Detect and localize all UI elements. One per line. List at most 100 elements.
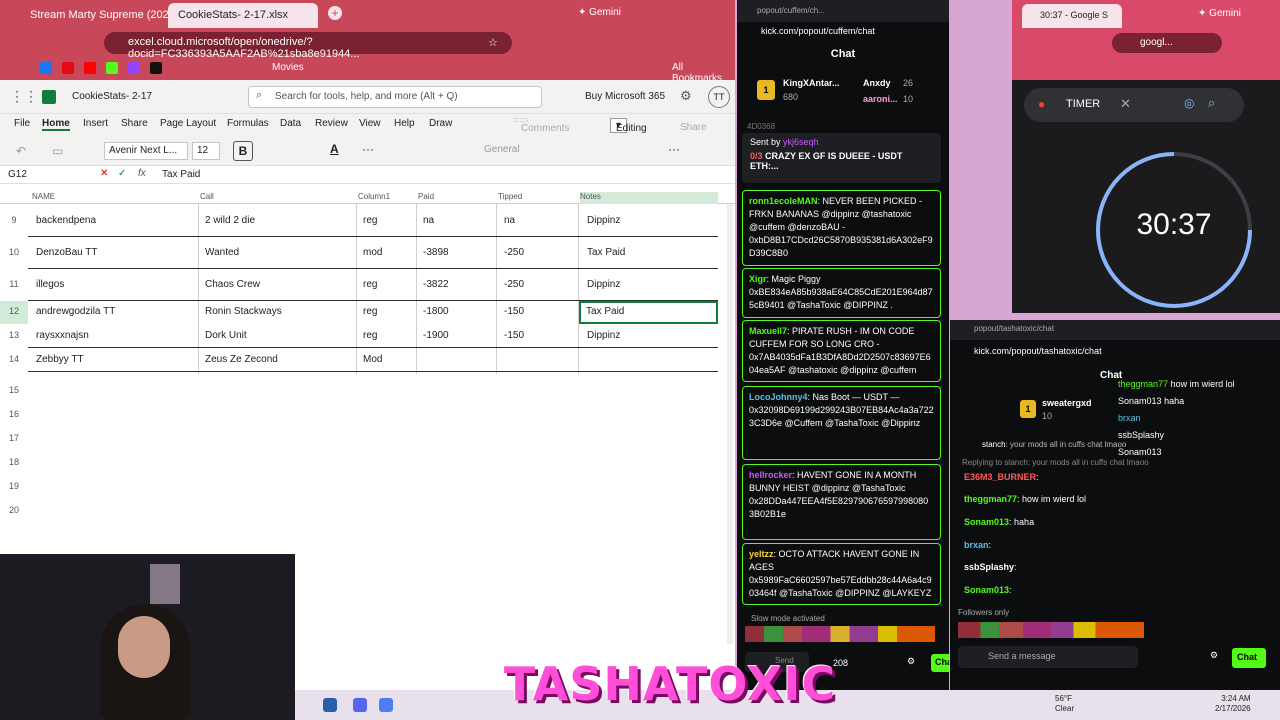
- app-launcher-icon[interactable]: ⋮⋮: [10, 88, 38, 105]
- col-paid-header[interactable]: Paid: [418, 192, 434, 201]
- tab-home[interactable]: Home: [42, 118, 70, 131]
- row-number[interactable]: 11: [0, 279, 28, 289]
- cell-call[interactable]: Dork Unit: [205, 330, 247, 341]
- cancel-formula-icon[interactable]: ✕: [100, 168, 108, 179]
- chat-username[interactable]: Sonam013: [964, 517, 1009, 527]
- chat1-settings-icon[interactable]: ⚙: [907, 656, 915, 667]
- cell-name[interactable]: backendpena: [36, 215, 96, 226]
- chat-message[interactable]: Maxuell7: PIRATE RUSH - IM ON CODE CUFFE…: [742, 320, 941, 382]
- fx-icon[interactable]: fx: [138, 168, 146, 179]
- cell-tipped[interactable]: -250: [504, 247, 524, 258]
- edge-taskbar-icon[interactable]: [323, 698, 337, 712]
- cell-name[interactable]: raysxxnajsn: [36, 330, 89, 341]
- cell-call[interactable]: 2 wild 2 die: [205, 215, 255, 226]
- chat-message[interactable]: ssbSplashy:: [964, 562, 1017, 572]
- chat-message[interactable]: Xigr: Magic Piggy 0xBE834eA85b938aE64C85…: [742, 268, 941, 318]
- vertical-scrollbar[interactable]: [727, 204, 733, 644]
- address-bar[interactable]: excel.cloud.microsoft/open/onedrive/?doc…: [104, 32, 512, 60]
- tab-file[interactable]: File: [14, 118, 30, 129]
- cell-call[interactable]: Wanted: [205, 247, 239, 258]
- tab-review[interactable]: Review: [315, 118, 348, 129]
- chat-username[interactable]: stanch: [982, 440, 1006, 449]
- chat-message[interactable]: E36M3_BURNER:: [964, 472, 1039, 482]
- confirm-formula-icon[interactable]: ✓: [118, 168, 126, 179]
- google-search-box[interactable]: ● TIMER ✕ ◎ ⌕: [1024, 88, 1244, 122]
- cell-column1[interactable]: mod: [363, 247, 382, 258]
- chat-message[interactable]: yeltzz: OCTO ATTACK HAVENT GONE IN AGES …: [742, 543, 941, 605]
- row-number[interactable]: 13: [0, 330, 28, 340]
- chat-message[interactable]: LocoJohnny4: Nas Boot — USDT — 0x32098D6…: [742, 386, 941, 460]
- bold-button[interactable]: B: [233, 141, 253, 161]
- col-call-header[interactable]: Call: [200, 192, 214, 201]
- tab-insert[interactable]: Insert: [83, 118, 108, 129]
- row-number[interactable]: 10: [0, 247, 28, 257]
- cell-tipped[interactable]: -250: [504, 279, 524, 290]
- timer-tab[interactable]: 30:37 - Google S: [1022, 4, 1122, 28]
- cell-notes[interactable]: Dippinz: [587, 279, 620, 290]
- chat-username[interactable]: brxan: [964, 540, 989, 550]
- chat-username[interactable]: hellrocker: [749, 470, 792, 480]
- emote-bar[interactable]: [958, 622, 1144, 638]
- font-family-select[interactable]: Avenir Next L...: [104, 142, 188, 160]
- chat-message[interactable]: ronn1ecoleMAN: NEVER BEEN PICKED - FRKN …: [742, 190, 941, 266]
- netflix-bookmark-icon[interactable]: [62, 62, 74, 74]
- chat-username[interactable]: yeltzz: [749, 549, 774, 559]
- font-color-icon[interactable]: A: [330, 142, 339, 156]
- name-box[interactable]: G12: [8, 169, 27, 180]
- tab-data[interactable]: Data: [280, 118, 301, 129]
- row-number[interactable]: 17: [0, 433, 28, 443]
- cell-tipped[interactable]: na: [504, 215, 515, 226]
- tab-view[interactable]: View: [359, 118, 381, 129]
- app-taskbar-icon[interactable]: [379, 698, 393, 712]
- chat2-send-input[interactable]: Send a message: [958, 646, 1138, 668]
- cell-call[interactable]: Zeus Ze Zecond: [205, 354, 278, 365]
- gemini-button[interactable]: ✦ Gemini: [578, 7, 621, 18]
- pinned-user[interactable]: ykj6seqh: [783, 137, 819, 147]
- row-number[interactable]: 14: [0, 354, 28, 364]
- chat-username[interactable]: ssbSplashy: [964, 562, 1014, 572]
- cell-name[interactable]: illegos: [36, 279, 64, 290]
- ribbon-more-icon[interactable]: ···: [668, 142, 680, 156]
- row-number[interactable]: 15: [0, 385, 28, 395]
- weather-widget[interactable]: 56°F Clear: [1055, 694, 1074, 714]
- clipboard-icon[interactable]: ▭: [52, 144, 63, 158]
- chat-message[interactable]: brxan:: [964, 540, 991, 550]
- stanch-message[interactable]: stanch: your mods all in cuffs chat lmao…: [982, 440, 1126, 449]
- tab-help[interactable]: Help: [394, 118, 415, 129]
- chat-username[interactable]: Sonam013: [964, 585, 1009, 595]
- chat-username[interactable]: LocoJohnny4: [749, 392, 808, 402]
- tab-formulas[interactable]: Formulas: [227, 118, 269, 129]
- tab-draw[interactable]: Draw: [429, 118, 452, 129]
- cell-paid[interactable]: na: [423, 215, 434, 226]
- cell-call[interactable]: Ronin Stackways: [205, 306, 282, 317]
- top-user-name[interactable]: KingXAntar...: [783, 78, 840, 88]
- chat2-settings-icon[interactable]: ⚙: [1210, 650, 1218, 661]
- top-user-name[interactable]: aaroni...: [863, 94, 898, 104]
- more-options-icon[interactable]: ···: [362, 142, 374, 156]
- cell-name[interactable]: Zebbyy TT: [36, 354, 84, 365]
- emote-bar[interactable]: [745, 626, 935, 642]
- undo-icon[interactable]: ↶: [16, 144, 26, 158]
- cell-column1[interactable]: Mod: [363, 354, 382, 365]
- cell-column1[interactable]: reg: [363, 306, 377, 317]
- chat-message[interactable]: hellrocker: HAVENT GONE IN A MONTH BUNNY…: [742, 464, 941, 540]
- cell-notes[interactable]: Dippinz: [587, 215, 620, 226]
- new-tab-button[interactable]: +: [328, 6, 342, 20]
- formula-input[interactable]: Tax Paid: [162, 169, 200, 180]
- row-number[interactable]: 12: [0, 306, 28, 316]
- kick-bookmark-icon[interactable]: [106, 62, 118, 74]
- row-number[interactable]: 18: [0, 457, 28, 467]
- tab-excel[interactable]: CookieStats- 2-17.xlsx: [168, 3, 318, 28]
- camera-search-icon[interactable]: ◎: [1184, 96, 1194, 110]
- top-user-name[interactable]: Anxdy: [863, 78, 891, 88]
- col-notes-header[interactable]: Notes: [580, 192, 718, 204]
- buy-m365-link[interactable]: Buy Microsoft 365: [585, 91, 665, 102]
- settings-gear-icon[interactable]: ⚙: [680, 88, 692, 104]
- chat1-send-button[interactable]: Chat: [931, 654, 949, 672]
- facebook-bookmark-icon[interactable]: [40, 62, 52, 74]
- col-name-header[interactable]: NAME: [32, 192, 55, 201]
- number-format-select[interactable]: General: [480, 142, 560, 160]
- chat-message[interactable]: theggman77: how im wierd lol: [964, 494, 1086, 504]
- tab-share[interactable]: Share: [121, 118, 148, 129]
- comments-button[interactable]: Comments: [514, 118, 569, 134]
